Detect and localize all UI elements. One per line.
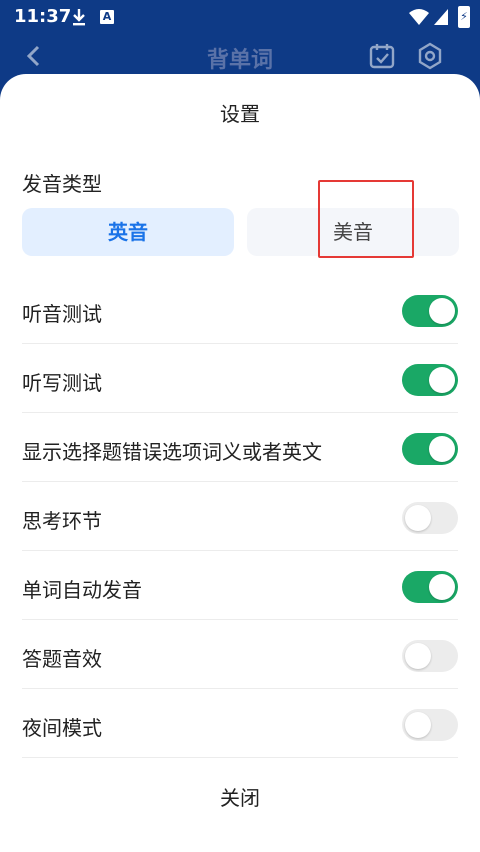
battery-icon: ⚡: [458, 6, 470, 28]
status-time: 11:37: [14, 6, 72, 27]
settings-sheet: 设置 发音类型 英音 美音 听音测试 听写测试 显示选择题错误选项词义或者英文 …: [0, 74, 480, 852]
divider: [22, 481, 458, 482]
setting-row-answer-sound: 答题音效: [22, 621, 458, 689]
setting-row-auto-pronounce: 单词自动发音: [22, 552, 458, 620]
answer-sound-toggle[interactable]: [402, 640, 458, 672]
setting-label: 答题音效: [22, 647, 102, 671]
signal-icon: [434, 9, 448, 25]
toggle-knob: [405, 505, 431, 531]
gear-icon[interactable]: [416, 42, 444, 70]
status-bar: 11:37 A ⚡: [0, 0, 480, 34]
divider: [22, 412, 458, 413]
pronunciation-type-label: 发音类型: [22, 172, 102, 196]
toggle-knob: [429, 436, 455, 462]
divider: [22, 688, 458, 689]
setting-label: 思考环节: [22, 509, 102, 533]
divider: [22, 343, 458, 344]
setting-row-night-mode: 夜间模式: [22, 690, 458, 758]
setting-row-show-wrong-option-meaning: 显示选择题错误选项词义或者英文: [22, 414, 458, 482]
toggle-knob: [405, 643, 431, 669]
auto-pronounce-toggle[interactable]: [402, 571, 458, 603]
divider: [22, 619, 458, 620]
listening-test-toggle[interactable]: [402, 295, 458, 327]
setting-label: 夜间模式: [22, 716, 102, 740]
dictation-test-toggle[interactable]: [402, 364, 458, 396]
setting-label: 听音测试: [22, 302, 102, 326]
toggle-knob: [429, 574, 455, 600]
page-title: 背单词: [206, 48, 273, 73]
divider: [22, 757, 458, 758]
sheet-title: 设置: [220, 102, 260, 126]
setting-row-listening-test: 听音测试: [22, 276, 458, 344]
close-button[interactable]: 关闭: [0, 782, 480, 811]
setting-row-dictation-test: 听写测试: [22, 345, 458, 413]
toggle-knob: [405, 712, 431, 738]
toggle-knob: [429, 298, 455, 324]
british-pronunciation-button[interactable]: 英音: [22, 208, 234, 256]
setting-label: 听写测试: [22, 371, 102, 395]
divider: [22, 550, 458, 551]
setting-label: 单词自动发音: [22, 578, 142, 602]
show-wrong-option-toggle[interactable]: [402, 433, 458, 465]
toggle-knob: [429, 367, 455, 393]
calendar-check-icon[interactable]: [368, 42, 396, 70]
highlight-box: [318, 180, 414, 258]
download-icon: [73, 9, 85, 26]
setting-row-thinking-step: 思考环节: [22, 483, 458, 551]
wifi-icon: [409, 9, 429, 25]
notification-a-icon: A: [100, 10, 114, 24]
setting-label: 显示选择题错误选项词义或者英文: [22, 440, 322, 464]
night-mode-toggle[interactable]: [402, 709, 458, 741]
thinking-step-toggle[interactable]: [402, 502, 458, 534]
